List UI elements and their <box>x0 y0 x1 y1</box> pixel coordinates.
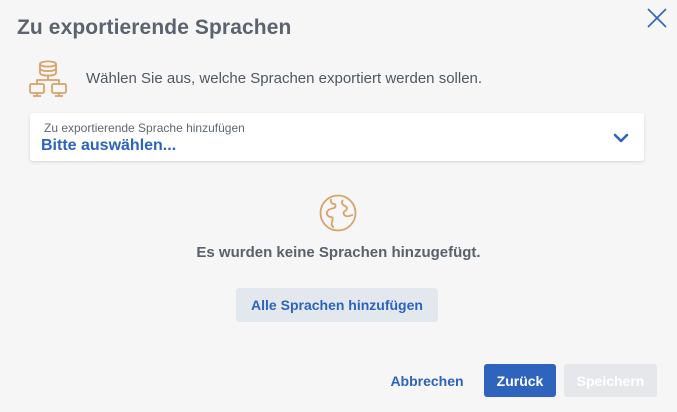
language-select[interactable]: Zu exportierende Sprache hinzufügen Bitt… <box>30 113 644 161</box>
export-languages-dialog: Zu exportierende Sprachen Wählen Sie aus… <box>0 0 677 412</box>
back-button[interactable]: Zurück <box>484 364 556 397</box>
database-network-icon <box>29 60 67 97</box>
cancel-button[interactable]: Abbrechen <box>383 365 471 397</box>
language-select-label: Zu exportierende Sprache hinzufügen <box>44 121 245 135</box>
chevron-down-icon <box>613 133 629 143</box>
close-icon <box>647 8 667 28</box>
save-button[interactable]: Speichern <box>564 364 657 397</box>
globe-icon <box>319 194 357 232</box>
language-select-value: Bitte auswählen... <box>41 137 177 154</box>
close-button[interactable] <box>644 5 670 31</box>
empty-state-text: Es wurden keine Sprachen hinzugefügt. <box>196 244 481 261</box>
info-text: Wählen Sie aus, welche Sprachen exportie… <box>86 70 483 87</box>
dialog-title: Zu exportierende Sprachen <box>17 16 292 39</box>
add-all-languages-button[interactable]: Alle Sprachen hinzufügen <box>236 288 438 322</box>
